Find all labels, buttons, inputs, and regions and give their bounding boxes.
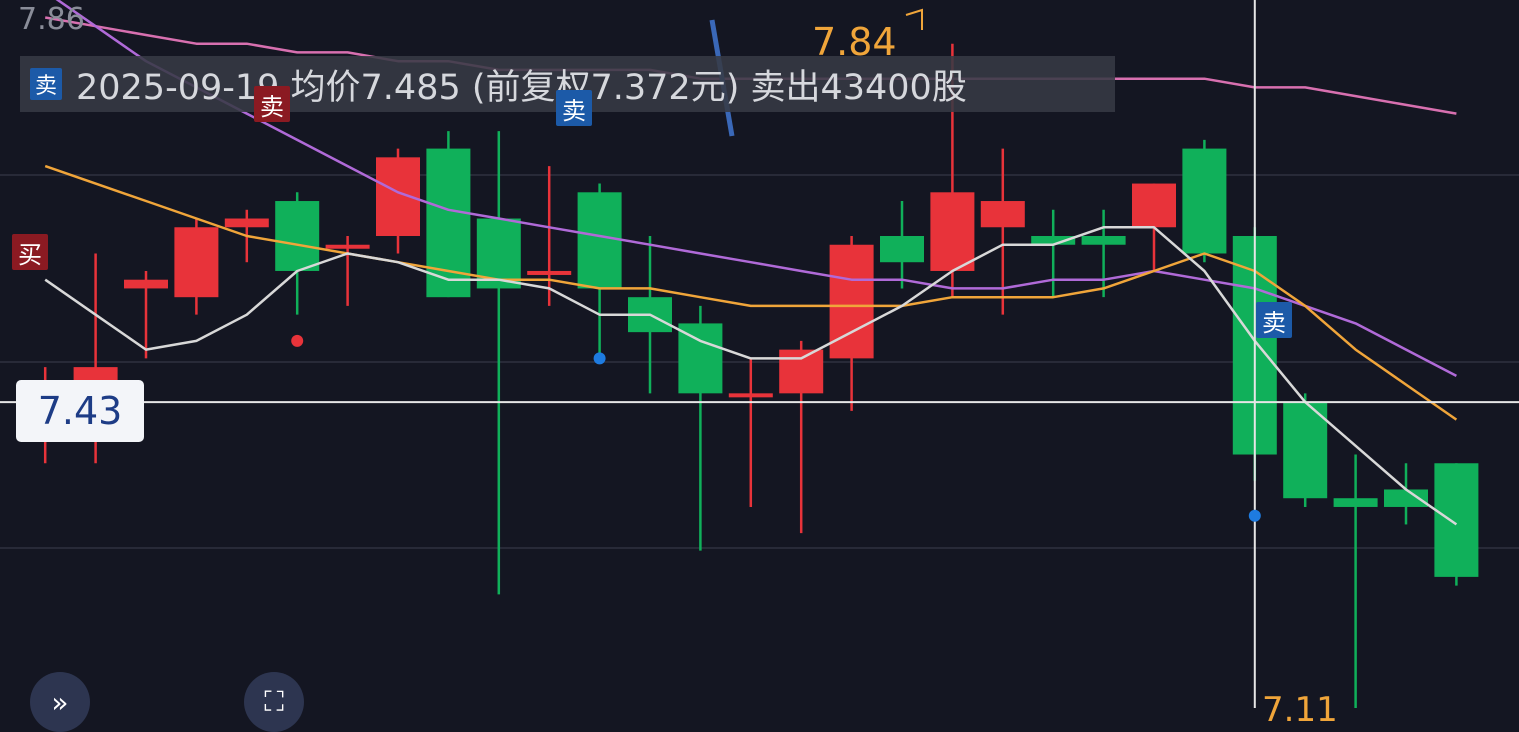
signal-dot: [1248, 509, 1261, 522]
candle-body: [1081, 236, 1126, 245]
candle-body: [325, 244, 370, 249]
sell-badge-icon: 卖: [30, 68, 62, 100]
candle-body: [527, 270, 572, 275]
candle-body: [275, 201, 320, 271]
candle-body: [577, 192, 622, 289]
signal-dot: [593, 352, 606, 365]
candle-body: [728, 393, 773, 398]
current-price-label[interactable]: 7.43: [16, 380, 144, 442]
candle-body: [224, 218, 269, 228]
low-price-label: 7.11: [1262, 690, 1338, 730]
candle-body: [1384, 489, 1428, 507]
candle-body: [124, 279, 168, 289]
sell-marker[interactable]: 卖: [556, 90, 592, 126]
candle-body: [1182, 148, 1227, 254]
buy-marker[interactable]: 买: [12, 234, 48, 270]
candle-body: [980, 201, 1025, 228]
candle-body: [1434, 463, 1479, 577]
candle-body: [779, 349, 824, 394]
signal-dot: [291, 334, 304, 347]
candle-body: [174, 227, 219, 298]
high-marker-line: [905, 8, 923, 30]
candle-body: [1333, 498, 1378, 507]
sell-marker[interactable]: 卖: [1256, 302, 1292, 338]
y-axis-top-label: 7.86: [18, 2, 85, 37]
fullscreen-button[interactable]: ⛶: [244, 672, 304, 732]
candle-body: [1132, 183, 1176, 228]
candle-body: [880, 236, 924, 263]
candle-body: [930, 192, 975, 271]
expand-button[interactable]: »: [30, 672, 90, 732]
trade-info-text: 2025-09-19 均价7.485 (前复权7.372元) 卖出43400股: [76, 67, 967, 108]
buy-marker[interactable]: 卖: [254, 86, 290, 122]
high-price-label: 7.84: [812, 20, 897, 64]
